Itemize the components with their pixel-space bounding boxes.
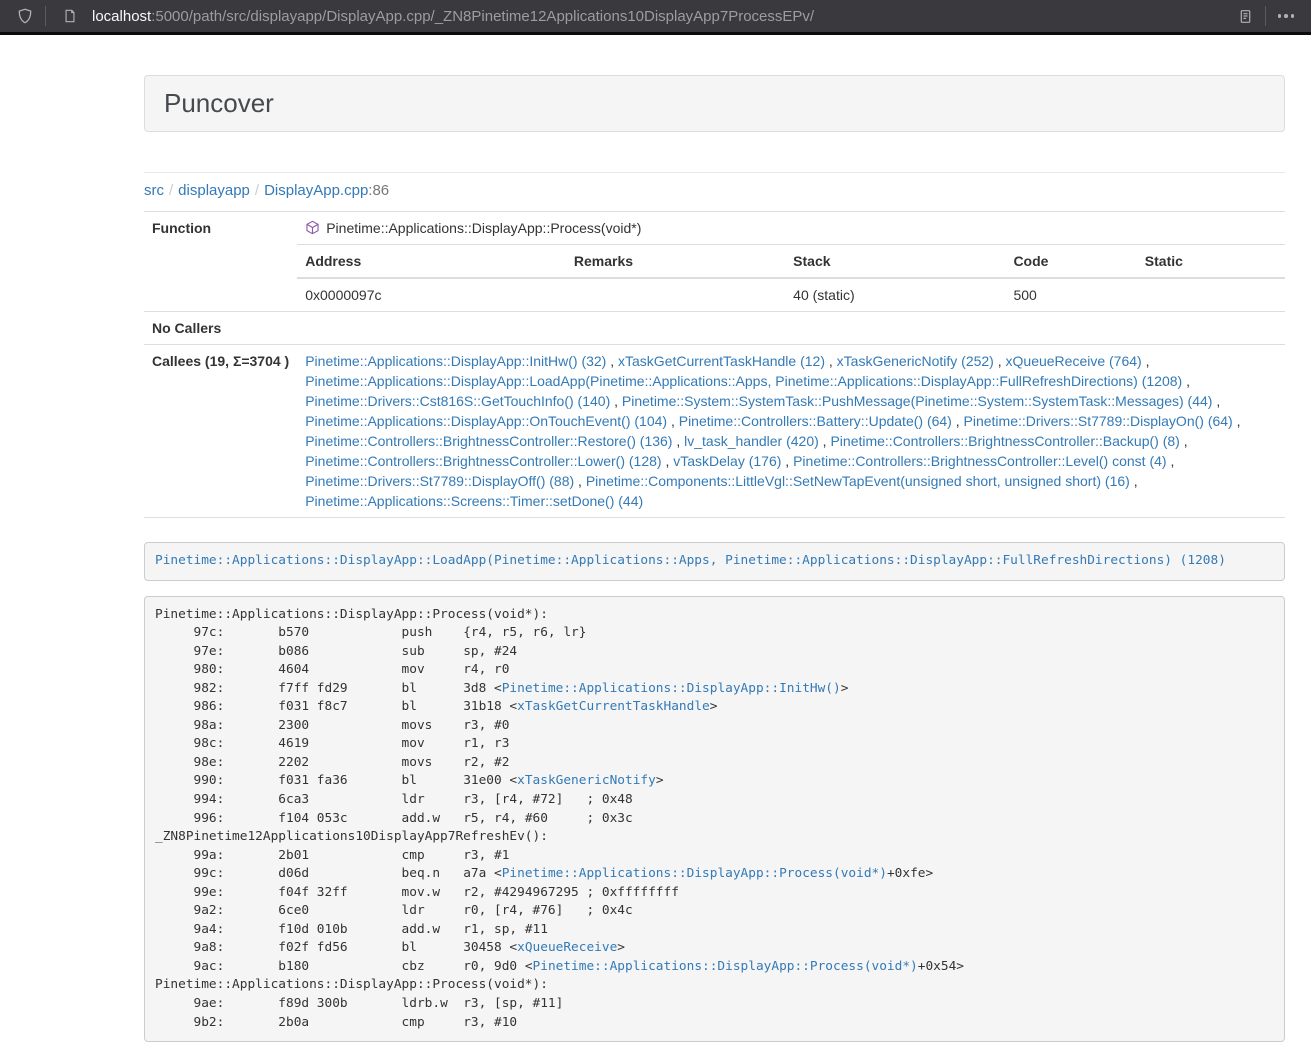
toolbar-separator [45,6,46,26]
callee-link[interactable]: Pinetime::System::SystemTask::PushMessag… [622,393,1213,409]
callee-link[interactable]: Pinetime::Drivers::St7789::DisplayOn() (… [964,413,1233,429]
stats-header-address: Address [297,245,566,278]
callee-link[interactable]: xQueueReceive (764) [1006,353,1142,369]
callees-row: Callees (19, Σ=3704 ) Pinetime::Applicat… [144,345,1285,518]
callee-link[interactable]: vTaskDelay (176) [673,453,781,469]
url-bar[interactable]: localhost:5000/path/src/displayapp/Displ… [53,2,1232,30]
loadapp-symbol-link[interactable]: Pinetime::Applications::DisplayApp::Load… [155,553,1226,568]
assembly-symbol-link[interactable]: Pinetime::Applications::DisplayApp::Proc… [502,866,887,881]
toolbar-separator [1265,6,1266,26]
no-callers-row: No Callers [144,312,1285,345]
breadcrumb-link-file[interactable]: DisplayApp.cpp [264,182,368,199]
callee-link[interactable]: xTaskGenericNotify (252) [837,353,994,369]
assembly-symbol-link[interactable]: Pinetime::Applications::DisplayApp::Proc… [533,959,918,974]
no-callers-label: No Callers [144,312,297,345]
callee-link[interactable]: Pinetime::Applications::DisplayApp::Load… [305,373,1182,389]
stats-header-remarks: Remarks [566,245,785,278]
app-title: Puncover [164,88,274,118]
callee-link[interactable]: Pinetime::Controllers::BrightnessControl… [793,453,1166,469]
callee-link[interactable]: Pinetime::Drivers::Cst816S::GetTouchInfo… [305,393,610,409]
assembly-symbol-link[interactable]: xTaskGenericNotify [517,773,656,788]
url-host: localhost [92,8,151,25]
breadcrumb-separator: / [250,182,264,199]
stats-header-stack: Stack [785,245,1005,278]
function-row-label: Function [144,212,297,312]
stats-code-value: 500 [1005,278,1136,311]
callee-link[interactable]: lv_task_handler (420) [684,433,819,449]
reader-mode-icon[interactable] [1232,3,1258,29]
callees-list: Pinetime::Applications::DisplayApp::Init… [297,345,1285,518]
assembly-symbol-link[interactable]: xTaskGetCurrentTaskHandle [517,699,710,714]
callee-link[interactable]: Pinetime::Drivers::St7789::DisplayOff() … [305,473,574,489]
breadcrumb-line-number: :86 [368,182,389,199]
stats-header-code: Code [1005,245,1136,278]
breadcrumb-separator: / [164,182,178,199]
stats-static-value [1137,278,1285,311]
no-callers-cell [297,312,1285,345]
url-path: :5000/path/src/displayapp/DisplayApp.cpp… [151,8,814,25]
callee-link[interactable]: Pinetime::Controllers::BrightnessControl… [830,433,1179,449]
app-title-panel: Puncover [144,75,1285,132]
callee-link[interactable]: xTaskGetCurrentTaskHandle (12) [618,353,825,369]
callee-link[interactable]: Pinetime::Applications::DisplayApp::OnTo… [305,413,667,429]
page-icon [57,3,83,29]
url-text: localhost:5000/path/src/displayapp/Displ… [92,8,814,25]
stats-header-static: Static [1137,245,1285,278]
breadcrumb-link-src[interactable]: src [144,182,164,199]
assembly-symbol-link[interactable]: xQueueReceive [517,940,617,955]
stats-row: Address Remarks Stack Code Static 0x0000… [144,245,1285,312]
breadcrumb: src/displayapp/DisplayApp.cpp:86 [144,181,1285,201]
function-name: Pinetime::Applications::DisplayApp::Proc… [326,220,641,236]
stats-value-row: 0x0000097c 40 (static) 500 [297,278,1285,311]
function-name-cell: Pinetime::Applications::DisplayApp::Proc… [297,212,1285,245]
browser-toolbar: localhost:5000/path/src/displayapp/Displ… [0,0,1311,35]
divider [144,172,1285,173]
more-icon[interactable] [1273,3,1299,29]
callee-link[interactable]: Pinetime::Controllers::BrightnessControl… [305,453,661,469]
shield-icon[interactable] [12,3,38,29]
stats-table: Address Remarks Stack Code Static 0x0000… [297,245,1285,311]
stats-stack-value: 40 (static) [785,278,1005,311]
breadcrumb-link-displayapp[interactable]: displayapp [178,182,250,199]
stats-cell: Address Remarks Stack Code Static 0x0000… [297,245,1285,312]
stats-address-value: 0x0000097c [297,278,566,311]
callee-link[interactable]: Pinetime::Applications::Screens::Timer::… [305,493,643,509]
callees-label: Callees (19, Σ=3704 ) [144,345,297,518]
callee-link[interactable]: Pinetime::Controllers::BrightnessControl… [305,433,672,449]
function-cube-icon [305,220,320,235]
assembly-code: Pinetime::Applications::DisplayApp::Proc… [144,596,1285,1042]
assembly-symbol-link[interactable]: Pinetime::Applications::DisplayApp::Init… [502,681,841,696]
callee-link[interactable]: Pinetime::Components::LittleVgl::SetNewT… [586,473,1130,489]
highlighted-symbol-box: Pinetime::Applications::DisplayApp::Load… [144,542,1285,581]
stats-remarks-value [566,278,785,311]
callee-link[interactable]: Pinetime::Applications::DisplayApp::Init… [305,353,606,369]
function-row: Function Pinetime::Applications::Display… [144,212,1285,245]
callee-link[interactable]: Pinetime::Controllers::Battery::Update()… [679,413,952,429]
page-content: Puncover src/displayapp/DisplayApp.cpp:8… [144,75,1285,1042]
function-detail-table: Function Pinetime::Applications::Display… [144,211,1285,518]
